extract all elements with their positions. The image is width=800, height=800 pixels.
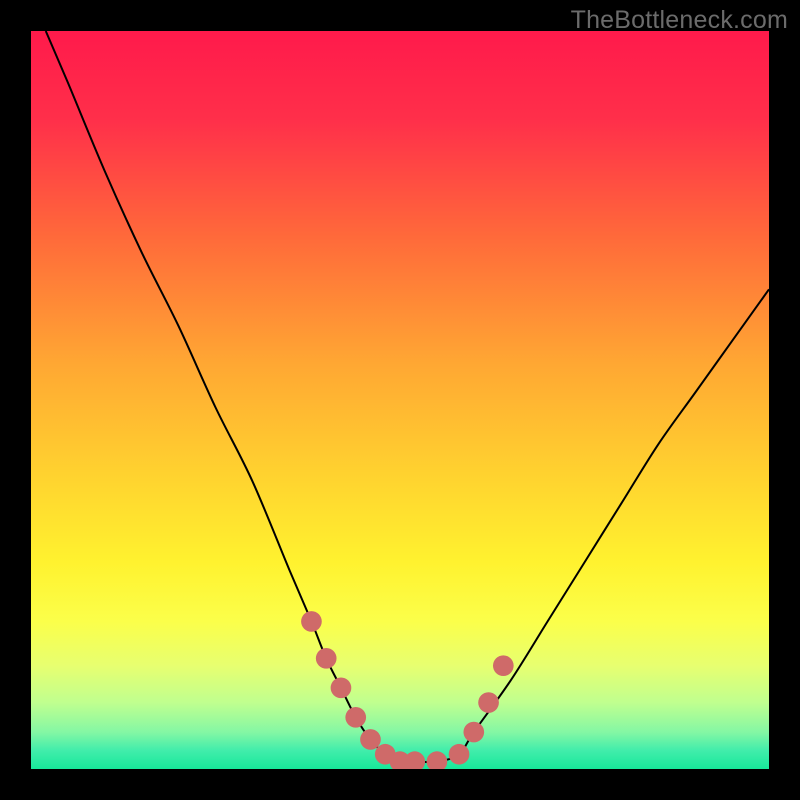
bottleneck-curve xyxy=(31,31,769,769)
curve-marker xyxy=(316,648,337,669)
curve-marker xyxy=(449,744,470,765)
chart-frame xyxy=(31,31,769,769)
curve-marker xyxy=(345,707,366,728)
curve-marker xyxy=(478,692,499,713)
curve-marker xyxy=(493,655,514,676)
curve-marker xyxy=(404,751,425,769)
curve-marker xyxy=(360,729,381,750)
curve-marker xyxy=(463,722,484,743)
curve-marker xyxy=(331,677,352,698)
curve-marker xyxy=(427,751,448,769)
curve-marker xyxy=(301,611,322,632)
